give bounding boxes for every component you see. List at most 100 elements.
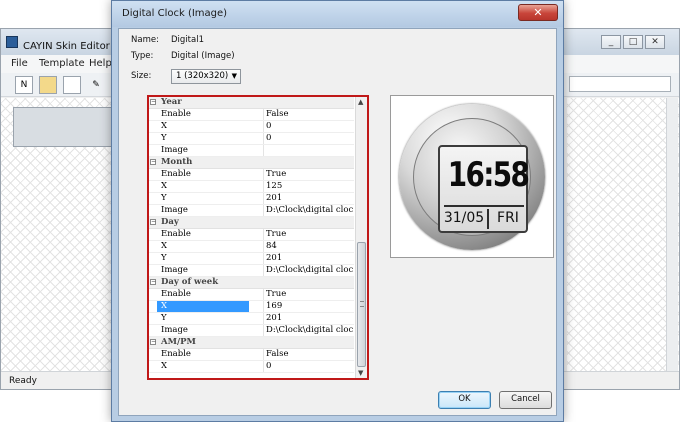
property-name: Image	[161, 205, 188, 215]
property-value[interactable]: True	[263, 169, 353, 180]
property-value[interactable]: 0	[263, 361, 353, 372]
property-value[interactable]: 201	[263, 193, 353, 204]
type-label: Type:	[131, 51, 154, 61]
clock-date: 31/05	[443, 210, 485, 226]
status-text: Ready	[9, 376, 37, 386]
right-scrollbar[interactable]	[666, 98, 678, 372]
property-row[interactable]: X 125	[149, 181, 354, 193]
property-row[interactable]: X0	[149, 121, 354, 133]
property-value[interactable]: False	[263, 349, 353, 360]
property-row[interactable]: Enable True	[149, 169, 354, 181]
property-name: X	[161, 181, 168, 191]
save-file-icon[interactable]	[63, 76, 81, 94]
category-label: Year	[161, 97, 182, 107]
property-row[interactable]: X 84	[149, 241, 354, 253]
maximize-button[interactable]: □	[623, 35, 643, 49]
property-value[interactable]: D:\Clock\digital clock\M...	[263, 325, 353, 336]
close-button[interactable]: ✕	[645, 35, 665, 49]
property-name: Y	[161, 193, 167, 203]
property-row[interactable]: Image D:\Clock\digital clock\M...	[149, 325, 354, 337]
property-row[interactable]: Enable True	[149, 289, 354, 301]
property-category[interactable]: − Day of week	[149, 277, 354, 289]
property-name: Y	[161, 313, 167, 323]
property-row[interactable]: Y 201	[149, 313, 354, 325]
open-folder-icon[interactable]	[39, 76, 57, 94]
property-row[interactable]: Enable True	[149, 229, 354, 241]
property-row[interactable]: Enable False	[149, 109, 354, 121]
property-value[interactable]: True	[263, 229, 353, 240]
dialog-title: Digital Clock (Image)	[122, 8, 228, 19]
menu-file[interactable]: File	[11, 58, 28, 69]
property-name: Enable	[161, 169, 191, 179]
collapse-icon[interactable]: −	[150, 339, 156, 345]
property-row[interactable]: Y 201	[149, 193, 354, 205]
right-canvas	[567, 98, 679, 372]
scroll-down-icon[interactable]: ▼	[358, 369, 363, 377]
category-label: Day	[161, 217, 179, 227]
property-name: X	[161, 241, 168, 251]
property-row[interactable]: Image	[149, 145, 354, 157]
property-row[interactable]: Y 201	[149, 253, 354, 265]
scroll-up-icon[interactable]: ▲	[358, 98, 363, 106]
property-name: X	[157, 301, 249, 312]
ok-button[interactable]: OK	[438, 391, 491, 409]
collapse-icon[interactable]: −	[150, 159, 156, 165]
size-select[interactable]: 1 (320x320) ▼	[171, 69, 241, 84]
new-file-icon[interactable]: N	[15, 76, 33, 94]
property-category[interactable]: − AM/PM	[149, 337, 354, 349]
pencil-icon[interactable]: ✎	[87, 76, 105, 94]
property-value[interactable]: 201	[263, 313, 353, 324]
size-select-value: 1 (320x320)	[176, 71, 229, 81]
minimize-button[interactable]: _	[601, 35, 621, 49]
property-grid[interactable]: − Year Enable False X 0 Y 0 Image − Month Enable Tru…	[147, 95, 369, 380]
property-name: Enable	[161, 349, 191, 359]
property-name: Enable	[161, 289, 191, 299]
property-value[interactable]: 0	[263, 133, 353, 144]
property-value[interactable]: D:\Clock\digital clock\M...	[263, 265, 353, 276]
property-row[interactable]: Image D:\Clock\digital clock\M...	[149, 205, 354, 217]
collapse-icon[interactable]: −	[150, 219, 156, 225]
toolbar-combo[interactable]	[569, 76, 671, 92]
property-category[interactable]: − Year	[149, 97, 354, 109]
property-row[interactable]: Enable False	[149, 349, 354, 361]
scroll-thumb[interactable]	[357, 242, 366, 367]
menu-template[interactable]: Template	[39, 58, 85, 69]
property-name: Y	[161, 253, 167, 263]
name-value: Digital1	[171, 35, 204, 45]
property-value[interactable]: 125	[263, 181, 353, 192]
property-value[interactable]: 169	[263, 301, 353, 312]
property-value[interactable]: False	[263, 109, 353, 120]
category-label: AM/PM	[161, 337, 196, 347]
digital-clock-dialog: Digital Clock (Image) ✕ Name: Digital1 T…	[111, 0, 564, 422]
cancel-button[interactable]: Cancel	[499, 391, 552, 409]
property-category[interactable]: − Day	[149, 217, 354, 229]
clock-weekday: FRI	[497, 210, 519, 226]
layer-toolbar	[13, 107, 119, 147]
dialog-body: Name: Digital1 Type: Digital (Image) Siz…	[118, 28, 557, 416]
clock-face: 16:58 31/05 FRI	[438, 145, 530, 233]
property-value[interactable]: True	[263, 289, 353, 300]
clock-ring: 16:58 31/05 FRI	[413, 118, 531, 236]
property-value[interactable]: 0	[263, 121, 353, 132]
property-value[interactable]: D:\Clock\digital clock\M...	[263, 205, 353, 216]
menu-help[interactable]: Help	[89, 58, 112, 69]
property-row[interactable]: X0	[149, 361, 354, 373]
property-row[interactable]: X 169	[149, 301, 354, 313]
property-name: Image	[161, 265, 188, 275]
dialog-titlebar: Digital Clock (Image) ✕	[112, 1, 563, 27]
clock-divider-horizontal	[444, 205, 524, 207]
chevron-down-icon: ▼	[231, 72, 237, 80]
dialog-close-button[interactable]: ✕	[518, 4, 558, 21]
collapse-icon[interactable]: −	[150, 279, 156, 285]
property-row[interactable]: Image D:\Clock\digital clock\M...	[149, 265, 354, 277]
property-category[interactable]: − Month	[149, 157, 354, 169]
property-value[interactable]: 201	[263, 253, 353, 264]
clock-time: 16:58	[447, 155, 530, 195]
type-value: Digital (Image)	[171, 51, 235, 61]
name-label: Name:	[131, 35, 159, 45]
property-value[interactable]	[263, 145, 353, 156]
collapse-icon[interactable]: −	[150, 99, 156, 105]
property-grid-scrollbar[interactable]: ▲ ▼	[355, 97, 367, 378]
property-value[interactable]: 84	[263, 241, 353, 252]
property-row[interactable]: Y0	[149, 133, 354, 145]
